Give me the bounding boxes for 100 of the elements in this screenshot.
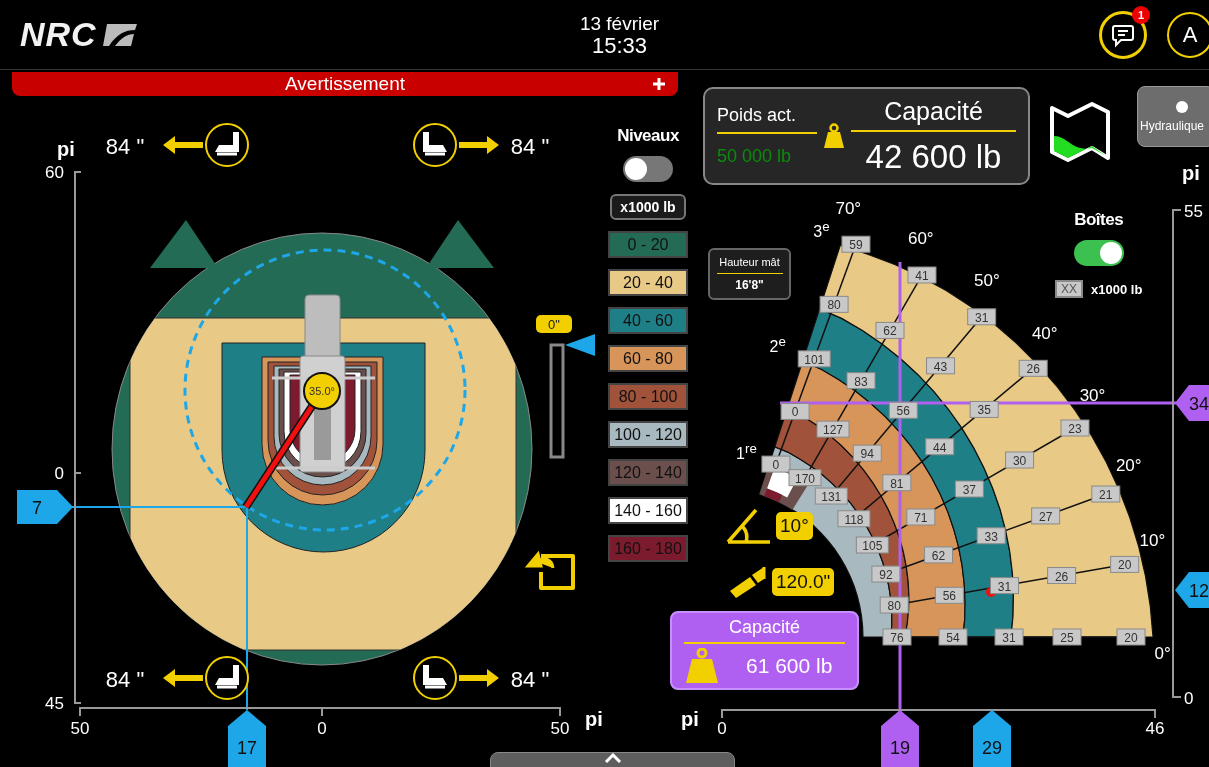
capacity-value: 42 600 lb bbox=[865, 137, 1002, 176]
warning-label: Avertissement bbox=[285, 73, 405, 95]
legend-band: 20 - 40 bbox=[608, 269, 688, 296]
legend-band: 0 - 20 bbox=[608, 231, 688, 258]
boom-section-label: 1$^{re}$ bbox=[736, 441, 757, 464]
logo-stripes-icon bbox=[100, 21, 137, 48]
outrigger-icon bbox=[205, 123, 249, 167]
angle-label: 60° bbox=[907, 228, 934, 248]
load-value: 83 bbox=[846, 372, 876, 390]
weight-icon bbox=[684, 648, 720, 684]
legend-band: 60 - 80 bbox=[608, 345, 688, 372]
load-value: 54 bbox=[938, 628, 968, 646]
boom-angle-value: 10° bbox=[776, 512, 813, 540]
weight-icon bbox=[823, 123, 845, 149]
legend-band: 120 - 140 bbox=[608, 459, 688, 486]
axis-marker: 7 bbox=[17, 490, 73, 524]
user-avatar[interactable]: A bbox=[1167, 11, 1209, 58]
angle-label: 20° bbox=[1115, 455, 1142, 475]
legend-band: 40 - 60 bbox=[608, 307, 688, 334]
angle-label: 40° bbox=[1031, 324, 1058, 343]
legend-band: 100 - 120 bbox=[608, 421, 688, 448]
load-value: 21 bbox=[1091, 485, 1121, 503]
axis-unit: pi bbox=[585, 708, 603, 730]
mast-height-value: 16'8" bbox=[735, 278, 764, 292]
load-value: 101 bbox=[797, 350, 831, 368]
levels-toggle[interactable] bbox=[623, 156, 673, 182]
warning-bar[interactable]: Avertissement bbox=[12, 72, 678, 96]
load-value: 41 bbox=[907, 266, 937, 284]
axis-tick-label: 50 bbox=[550, 719, 570, 738]
hydraulics-button[interactable]: Hydraulique bbox=[1137, 86, 1209, 147]
load-value: 81 bbox=[882, 474, 912, 492]
load-value: 71 bbox=[906, 508, 936, 526]
load-value: 105 bbox=[855, 536, 889, 554]
legend-band: 80 - 100 bbox=[608, 383, 688, 410]
load-value: 94 bbox=[852, 444, 882, 462]
axis-unit: pi bbox=[681, 708, 699, 730]
load-value: 76 bbox=[882, 628, 912, 646]
axis-marker: 34 bbox=[1175, 385, 1209, 421]
arrow-icon bbox=[163, 669, 203, 687]
axis-unit: pi bbox=[1182, 162, 1200, 184]
levels-label: Niveaux bbox=[617, 126, 679, 146]
axis-tick-label: 60 bbox=[45, 163, 64, 182]
load-value: 80 bbox=[819, 295, 849, 313]
arrow-icon bbox=[459, 669, 499, 687]
time: 15:33 bbox=[591, 34, 647, 57]
axis-tick-label: 0 bbox=[54, 464, 64, 483]
axis-tick-label: 45 bbox=[45, 694, 64, 713]
outrigger-extension: 84 " bbox=[510, 667, 550, 692]
rotate-icon[interactable] bbox=[526, 552, 575, 590]
axis-marker: 19 bbox=[881, 710, 919, 767]
boom-section-label: 2$^{e}$ bbox=[769, 333, 786, 357]
legend-band: 140 - 160 bbox=[608, 497, 688, 524]
drawer-handle[interactable] bbox=[490, 752, 735, 767]
angle-label: 10° bbox=[1139, 530, 1166, 550]
load-value: 44 bbox=[925, 438, 955, 456]
load-value: 37 bbox=[954, 480, 984, 498]
value-box-sample: XX bbox=[1055, 280, 1083, 298]
axis-tick-label: 46 bbox=[1145, 719, 1165, 738]
arrow-icon bbox=[163, 136, 203, 154]
boxes-toggle[interactable] bbox=[1073, 240, 1124, 266]
load-value: 62 bbox=[924, 546, 954, 564]
axis-marker: 17 bbox=[228, 710, 266, 767]
boom-extension-icon bbox=[728, 565, 768, 599]
current-weight-value: 50 000 lb bbox=[717, 146, 793, 167]
unit-label: x1000 lb bbox=[1091, 281, 1143, 297]
load-value: 23 bbox=[1060, 419, 1090, 437]
outrigger-icon bbox=[205, 656, 249, 700]
load-value: 26 bbox=[1018, 359, 1048, 377]
capacity-card-title: Capacité bbox=[684, 617, 845, 644]
capacity-card-value: 61 600 lb bbox=[746, 654, 833, 678]
date: 13 février bbox=[579, 12, 660, 35]
load-value: 27 bbox=[1031, 507, 1061, 525]
boxes-label: Boîtes bbox=[1074, 210, 1124, 230]
load-value: 33 bbox=[976, 527, 1006, 545]
angle-icon bbox=[726, 507, 772, 545]
load-value: 56 bbox=[934, 586, 964, 604]
load-value: 20 bbox=[1110, 555, 1140, 573]
logo: NRC bbox=[20, 15, 97, 54]
outrigger-extension: 84 " bbox=[105, 134, 145, 159]
load-value: 62 bbox=[875, 321, 905, 339]
load-value: 56 bbox=[888, 401, 918, 419]
unit-label: x1000 lb bbox=[610, 194, 686, 220]
axis-unit: pi bbox=[57, 138, 75, 160]
load-value: 43 bbox=[926, 357, 956, 375]
outrigger-extension: 84 " bbox=[510, 134, 550, 159]
outrigger-extension: 84 " bbox=[105, 667, 145, 692]
boom-section-label: 3$^{e}$ bbox=[813, 219, 830, 242]
axis-tick-label: 0 bbox=[1184, 689, 1194, 708]
load-value: 20 bbox=[1116, 628, 1146, 646]
plus-icon[interactable] bbox=[652, 77, 666, 91]
legend-band: 160 - 180 bbox=[608, 535, 688, 562]
capacity-label: Capacité bbox=[851, 96, 1016, 132]
pointer-icon bbox=[565, 334, 595, 356]
load-value: 25 bbox=[1052, 628, 1082, 646]
angle-label: 0° bbox=[1154, 643, 1171, 663]
axis-tick-label: 0 bbox=[717, 719, 727, 738]
load-value: 59 bbox=[841, 235, 871, 253]
swing-angle-indicator: 35.0° bbox=[303, 372, 341, 410]
axis-marker: 12 bbox=[1175, 572, 1209, 608]
load-value: 118 bbox=[837, 510, 871, 528]
